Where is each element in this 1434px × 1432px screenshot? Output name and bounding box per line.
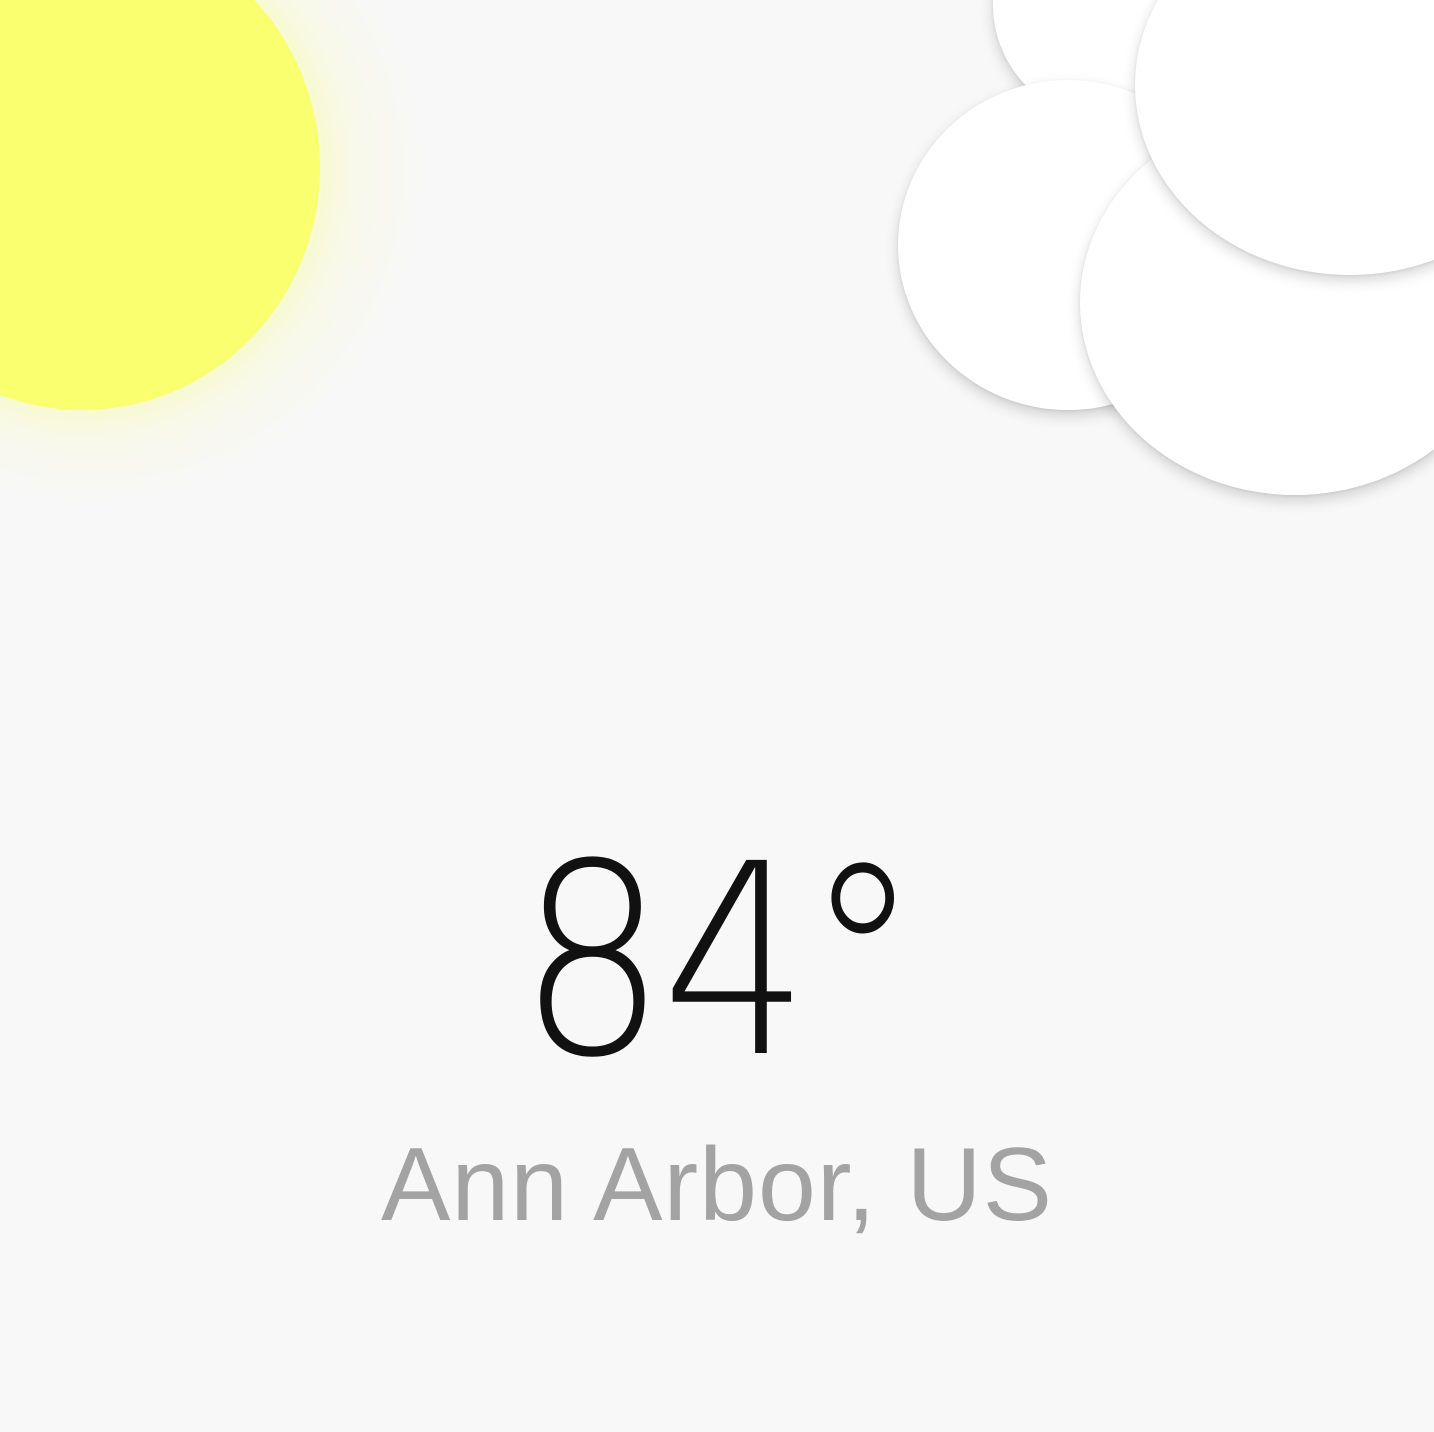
temperature-value: 84° (518, 808, 921, 1116)
weather-scene: 84° Ann Arbor, US (0, 0, 1434, 1432)
location-label: Ann Arbor, US (380, 1127, 1054, 1243)
temperature-readout: 84° (86, 830, 1348, 1095)
